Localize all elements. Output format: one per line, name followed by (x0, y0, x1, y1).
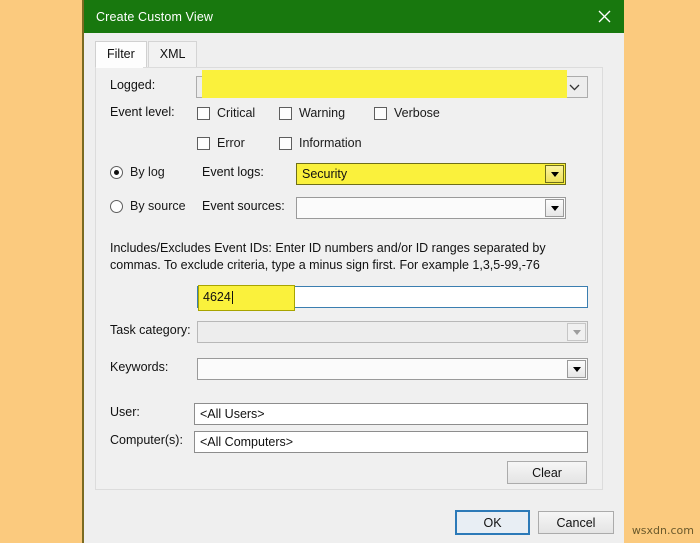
clear-button[interactable]: Clear (507, 461, 587, 484)
keywords-row: Keywords: (110, 360, 168, 374)
radio-by-source-label: By source (130, 199, 186, 213)
filter-panel: Logged: Any time Event level: Critical W… (95, 67, 603, 490)
tab-panel-joint (96, 66, 143, 68)
checkbox-box-icon (374, 107, 387, 120)
close-icon[interactable] (584, 0, 624, 33)
checkbox-error-label: Error (217, 136, 245, 150)
dialog-titlebar: Create Custom View (84, 0, 624, 33)
radio-selected-icon (110, 166, 123, 179)
tab-strip: Filter XML (84, 41, 624, 67)
computers-value: <All Computers> (200, 435, 293, 449)
checkbox-box-icon (197, 107, 210, 120)
dialog-footer: OK Cancel (84, 498, 624, 543)
chevron-down-icon (569, 80, 580, 94)
event-logs-select[interactable]: Security (296, 163, 566, 185)
event-logs-label-wrap: Event logs: (202, 165, 264, 179)
event-sources-select[interactable] (296, 197, 566, 219)
checkbox-warning[interactable]: Warning (279, 106, 345, 120)
checkbox-information[interactable]: Information (279, 136, 362, 150)
checkbox-box-icon (279, 107, 292, 120)
keywords-select[interactable] (197, 358, 588, 380)
text-caret (232, 291, 233, 304)
logged-row: Logged: (110, 78, 196, 92)
event-logs-value: Security (297, 167, 347, 181)
dropdown-arrow-icon[interactable] (545, 199, 564, 217)
radio-by-log[interactable]: By log (110, 165, 165, 179)
event-level-row: Event level: (110, 105, 175, 119)
ok-button-label: OK (483, 516, 501, 530)
radio-unselected-icon (110, 200, 123, 213)
user-label: User: (110, 405, 140, 419)
keywords-label: Keywords: (110, 360, 168, 374)
dialog-title: Create Custom View (96, 10, 213, 24)
event-logs-label: Event logs: (202, 165, 264, 179)
clear-button-label: Clear (532, 466, 562, 480)
checkbox-information-label: Information (299, 136, 362, 150)
task-category-label: Task category: (110, 323, 191, 337)
event-logs-highlight (202, 70, 567, 98)
tab-filter[interactable]: Filter (95, 41, 147, 67)
logged-label: Logged: (110, 78, 196, 92)
watermark: wsxdn.com (632, 524, 694, 537)
computers-label: Computer(s): (110, 433, 183, 447)
checkbox-verbose[interactable]: Verbose (374, 106, 440, 120)
event-level-label: Event level: (110, 105, 175, 119)
radio-by-source[interactable]: By source (110, 199, 186, 213)
event-sources-label: Event sources: (202, 199, 285, 213)
user-row: User: (110, 405, 140, 419)
checkbox-box-icon (197, 137, 210, 150)
checkbox-error[interactable]: Error (197, 136, 245, 150)
create-custom-view-dialog: Create Custom View Filter XML Logged: An… (82, 0, 624, 543)
ok-button[interactable]: OK (455, 510, 530, 535)
tab-xml[interactable]: XML (148, 41, 198, 67)
radio-by-log-label: By log (130, 165, 165, 179)
event-ids-input[interactable]: 4624 (197, 286, 588, 308)
checkbox-box-icon (279, 137, 292, 150)
dropdown-arrow-icon[interactable] (545, 165, 564, 183)
checkbox-critical-label: Critical (217, 106, 255, 120)
user-input[interactable]: <All Users> (194, 403, 588, 425)
event-ids-description: Includes/Excludes Event IDs: Enter ID nu… (110, 240, 590, 274)
user-value: <All Users> (200, 407, 265, 421)
event-ids-value: 4624 (198, 290, 231, 304)
task-category-select[interactable] (197, 321, 588, 343)
computers-input[interactable]: <All Computers> (194, 431, 588, 453)
event-sources-label-wrap: Event sources: (202, 199, 285, 213)
task-category-row: Task category: (110, 323, 191, 337)
cancel-button[interactable]: Cancel (538, 511, 614, 534)
dropdown-arrow-icon (567, 323, 586, 341)
checkbox-warning-label: Warning (299, 106, 345, 120)
checkbox-verbose-label: Verbose (394, 106, 440, 120)
tab-filter-label: Filter (107, 47, 135, 61)
cancel-button-label: Cancel (557, 516, 596, 530)
checkbox-critical[interactable]: Critical (197, 106, 255, 120)
tab-xml-label: XML (160, 47, 186, 61)
computers-row: Computer(s): (110, 433, 183, 447)
dropdown-arrow-icon[interactable] (567, 360, 586, 378)
